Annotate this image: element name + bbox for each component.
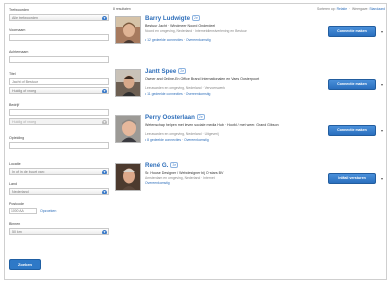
result-connections-link[interactable]: Overeenkomstig [145, 181, 170, 185]
chevron-down-icon: ▼ [102, 230, 107, 234]
result-connections-link[interactable]: • 8 gedeelde connecties · Overeenkomstig [145, 138, 209, 142]
sort-value-link[interactable]: Relatie [337, 7, 348, 11]
distance-label: Binnen [9, 222, 21, 226]
chevron-down-icon: ▼ [102, 190, 107, 194]
connect-button[interactable]: Connectie maken [328, 26, 376, 37]
result-headline: Bestuur Jacht · Windmeer Noord Onderdeel [145, 24, 216, 28]
more-options-icon[interactable]: ▾ [381, 128, 383, 133]
result-item: René G. 3e Sr. House Designer / Webdesign… [113, 162, 385, 213]
country-label: Land [9, 182, 17, 186]
country-value: Nederland [12, 190, 29, 194]
title-value: Jacht of Bestuur [12, 80, 38, 84]
school-input[interactable] [9, 142, 109, 149]
view-label: Weergave: [352, 7, 369, 11]
last-name-label: Achternaam [9, 50, 29, 54]
avatar[interactable] [115, 16, 141, 44]
keywords-value: Alle trefwoorden [12, 16, 38, 20]
distance-value: 50 km [12, 230, 22, 234]
connect-button[interactable]: Connectie maken [328, 125, 376, 136]
result-connections-link[interactable]: • 12 gedeelde connecties · Overeenkomsti… [145, 38, 211, 42]
connection-degree-badge: 2e [192, 15, 200, 22]
postcode-value: 1000 AA [11, 209, 24, 213]
result-item: Jantt Spee 2e Owner and Online-En Office … [113, 68, 385, 119]
result-headline: Owner and Online-En Office Brand Interna… [145, 77, 260, 81]
result-headline: Sr. House Designer / Webdesigner bij O·s… [145, 171, 224, 175]
connection-degree-badge: 2e [196, 114, 205, 121]
first-name-input[interactable] [9, 34, 109, 41]
connection-degree-badge: 3e [170, 162, 179, 169]
last-name-input[interactable] [9, 56, 109, 63]
results-count: 8 resultaten [113, 7, 131, 11]
result-meta: Noord en omgeving, Nederland · Internetd… [145, 29, 247, 33]
more-options-icon[interactable]: ▾ [381, 176, 383, 181]
first-name-label: Voornaam [9, 28, 26, 32]
result-connections-link[interactable]: • 11 gedeelde connecties · Overeenkomsti… [145, 92, 210, 96]
result-headline: Wetenschap helpen met leven sociale medi… [145, 123, 279, 127]
chevron-down-icon: ▼ [102, 16, 107, 20]
title-input[interactable]: Jacht of Bestuur [9, 78, 109, 85]
country-select[interactable]: Nederland ▼ [9, 188, 109, 195]
chevron-down-icon: ▼ [102, 120, 107, 124]
postcode-lookup-link[interactable]: Opzoeken [40, 209, 56, 213]
avatar[interactable] [115, 115, 141, 143]
result-name: René G. [145, 162, 169, 169]
title-label: Titel [9, 72, 16, 76]
search-button[interactable]: Zoeken [9, 259, 41, 270]
result-name-link[interactable]: Perry Oosterlaan 2e [145, 114, 205, 121]
keywords-select[interactable]: Alle trefwoorden ▼ [9, 14, 109, 21]
company-mode-value: Huidig of vroeg [12, 120, 37, 124]
keywords-label: Trefwoorden [9, 8, 30, 12]
search-filters-panel: Trefwoorden Alle trefwoorden ▼ Voornaam … [9, 6, 111, 276]
avatar[interactable] [115, 163, 141, 191]
connect-button[interactable]: Connectie maken [328, 79, 376, 90]
result-name: Barry Ludwigte [145, 15, 191, 22]
postcode-input[interactable]: 1000 AA [9, 208, 37, 214]
result-item: Barry Ludwigte 2e Bestuur Jacht · Windmee… [113, 15, 385, 66]
result-name-link[interactable]: René G. 3e [145, 162, 179, 169]
company-mode-select[interactable]: Huidig of vroeg ▼ [9, 118, 109, 125]
search-results: 8 resultaten Sorteren op: Relatie · Weer… [113, 6, 385, 276]
title-mode-select[interactable]: Huidig of vroeg ▼ [9, 87, 109, 94]
location-select[interactable]: In of in de buurt van: ▼ [9, 168, 109, 175]
more-options-icon[interactable]: ▾ [381, 29, 383, 34]
inmail-button[interactable]: InMail versturen [328, 173, 376, 184]
postcode-label: Postcode [9, 202, 24, 206]
browser-frame: Trefwoorden Alle trefwoorden ▼ Voornaam … [4, 3, 387, 280]
view-value-link[interactable]: Standaard [369, 7, 385, 11]
company-input[interactable] [9, 109, 109, 116]
company-label: Bedrijf [9, 103, 20, 107]
avatar[interactable] [115, 69, 141, 97]
location-value: In of in de buurt van: [12, 170, 45, 174]
result-name: Perry Oosterlaan [145, 114, 195, 121]
chevron-down-icon: ▼ [102, 170, 107, 174]
result-name-link[interactable]: Barry Ludwigte 2e [145, 15, 200, 22]
chevron-down-icon: ▼ [102, 89, 107, 93]
sort-label: Sorteren op: [316, 7, 336, 11]
result-name-link[interactable]: Jantt Spee 2e [145, 68, 187, 75]
more-options-icon[interactable]: ▾ [381, 82, 383, 87]
school-label: Opleiding [9, 136, 25, 140]
result-meta: Leeuwarden en omgeving, Nederland · Uitg… [145, 132, 219, 136]
distance-select[interactable]: 50 km ▼ [9, 228, 109, 235]
result-name: Jantt Spee [145, 68, 177, 75]
sort-controls: Sorteren op: Relatie · Weergave: Standaa… [316, 7, 385, 11]
result-meta: Amsterdam en omgeving, Nederland · Inter… [145, 176, 215, 180]
location-label: Locatie [9, 162, 21, 166]
result-meta: Leeuwarden en omgeving, Nederland · Verv… [145, 86, 226, 90]
result-item: Perry Oosterlaan 2e Wetenschap helpen met… [113, 114, 385, 165]
connection-degree-badge: 2e [178, 68, 187, 75]
title-mode-value: Huidig of vroeg [12, 89, 37, 93]
